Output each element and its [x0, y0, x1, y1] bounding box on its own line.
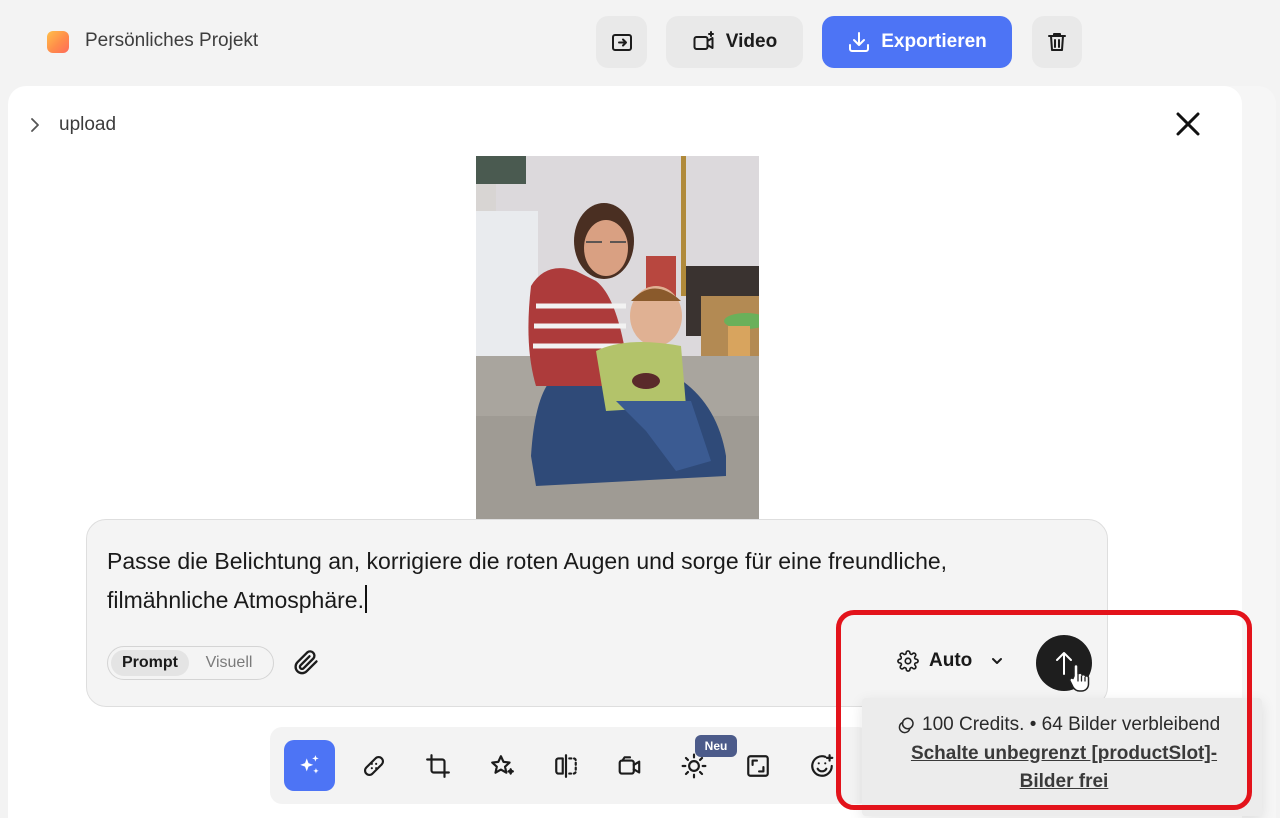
mode-prompt-option[interactable]: Prompt	[111, 650, 189, 676]
export-button[interactable]: Exportieren	[822, 16, 1012, 68]
crop-icon	[425, 753, 450, 778]
video-button-label: Video	[725, 31, 778, 52]
video-camera-icon	[693, 31, 714, 50]
close-icon	[1176, 112, 1200, 136]
mode-visual-option[interactable]: Visuell	[189, 650, 269, 676]
tool-enhance[interactable]	[476, 740, 527, 791]
face-sparkle-icon	[810, 753, 833, 777]
gear-icon	[897, 650, 919, 672]
prompt-input[interactable]: Passe die Belichtung an, korrigiere die …	[107, 542, 1067, 620]
bandage-icon	[363, 755, 384, 776]
folder-move-icon	[611, 34, 632, 51]
credits-summary-row: 100 Credits. • 64 Bilder verbleibend	[898, 714, 1220, 736]
unlock-unlimited-link[interactable]: Schalte unbegrenzt [productSlot]-Bilder …	[902, 740, 1226, 796]
model-selector-label: Auto	[929, 650, 973, 671]
delete-button[interactable]	[1032, 16, 1082, 68]
breadcrumb-label: upload	[59, 114, 117, 135]
chevron-right-icon	[31, 118, 39, 132]
tool-crop[interactable]	[412, 740, 463, 791]
flip-icon	[554, 753, 577, 778]
video-camera-icon	[618, 755, 640, 775]
project-color-icon	[47, 31, 69, 53]
photo-image	[476, 156, 759, 519]
mode-toggle: Prompt Visuell	[107, 646, 274, 680]
coins-icon	[898, 717, 914, 734]
project-name[interactable]: Persönliches Projekt	[85, 30, 258, 52]
text-caret	[364, 585, 367, 613]
tool-mirror[interactable]	[540, 740, 591, 791]
attach-button[interactable]	[292, 648, 320, 676]
credits-summary: 100 Credits. • 64 Bilder verbleibend	[922, 714, 1221, 735]
tool-expand[interactable]	[732, 740, 783, 791]
uploaded-photo	[476, 156, 759, 519]
export-button-label: Exportieren	[881, 31, 987, 52]
tool-bar	[270, 727, 870, 804]
breadcrumb[interactable]: upload	[27, 114, 116, 136]
tool-video[interactable]	[604, 740, 655, 791]
hand-pointer-cursor-icon	[1069, 663, 1090, 692]
paperclip-icon	[294, 650, 318, 675]
chevron-down-icon	[992, 658, 1003, 664]
model-selector[interactable]: Auto	[897, 650, 1004, 672]
expand-icon	[746, 754, 769, 777]
sparkles-icon	[299, 754, 319, 774]
trash-icon	[1048, 33, 1066, 51]
top-bar: Persönliches Projekt Video Exportieren	[0, 0, 1280, 86]
download-icon	[849, 32, 870, 52]
new-badge: Neu	[695, 735, 737, 757]
tool-magic-edit[interactable]	[284, 740, 335, 791]
prompt-text: Passe die Belichtung an, korrigiere die …	[107, 548, 948, 613]
video-button[interactable]: Video	[666, 16, 803, 68]
tool-face[interactable]	[796, 740, 847, 791]
prompt-box: Passe die Belichtung an, korrigiere die …	[86, 519, 1108, 707]
move-to-folder-button[interactable]	[596, 16, 647, 68]
credits-popup: 100 Credits. • 64 Bilder verbleibend Sch…	[862, 698, 1262, 816]
close-button[interactable]	[1172, 108, 1204, 140]
tool-heal[interactable]	[348, 740, 399, 791]
star-sparkle-icon	[490, 754, 514, 775]
